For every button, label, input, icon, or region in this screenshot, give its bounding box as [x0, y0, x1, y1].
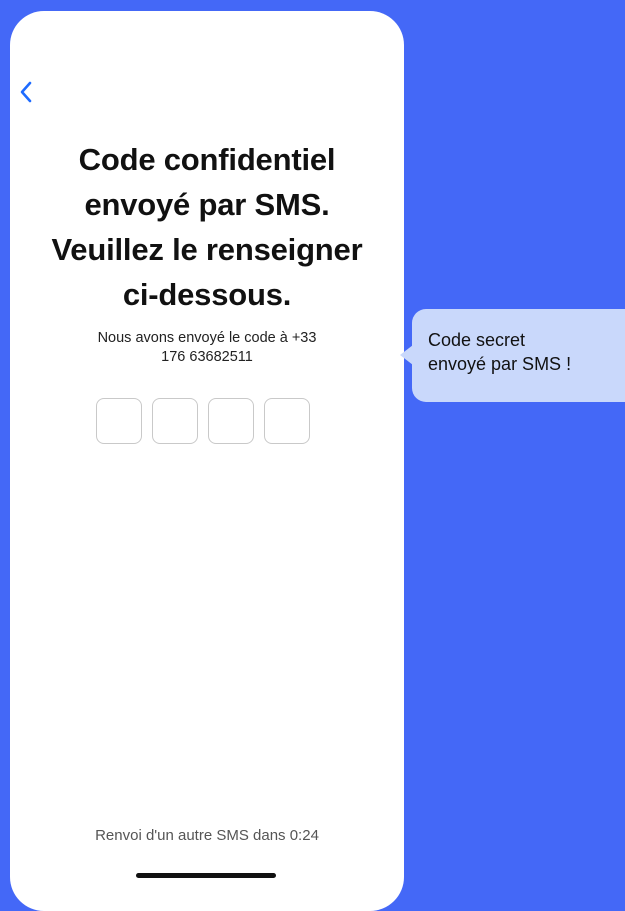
code-digit-input-1[interactable] — [96, 398, 142, 444]
title-line: envoyé par SMS. — [84, 187, 330, 222]
code-digit-input-4[interactable] — [264, 398, 310, 444]
title-line: Code confidentiel — [78, 142, 336, 177]
home-indicator — [136, 873, 276, 878]
back-button[interactable] — [12, 75, 40, 109]
code-digit-input-2[interactable] — [152, 398, 198, 444]
code-input-group — [96, 398, 310, 444]
callout-line: envoyé par SMS ! — [428, 354, 572, 374]
page-title: Code confidentiel envoyé par SMS. Veuill… — [10, 137, 404, 317]
notice-line: 176 63682511 — [161, 349, 253, 365]
callout-line: Code secret — [428, 330, 526, 350]
notice-line: Nous avons envoyé le code à +33 — [97, 330, 317, 346]
phone-number-notice: Nous avons envoyé le code à +33 176 6368… — [10, 329, 404, 367]
phone-screen: Code confidentiel envoyé par SMS. Veuill… — [10, 11, 404, 911]
title-line: Veuillez le renseigner — [51, 232, 363, 267]
annotation-callout: Code secret envoyé par SMS ! — [400, 309, 625, 402]
title-line: ci-dessous. — [122, 277, 292, 312]
code-digit-input-3[interactable] — [208, 398, 254, 444]
chevron-left-icon — [20, 81, 32, 103]
resend-sms-countdown: Renvoi d'un autre SMS dans 0:24 — [95, 827, 319, 844]
